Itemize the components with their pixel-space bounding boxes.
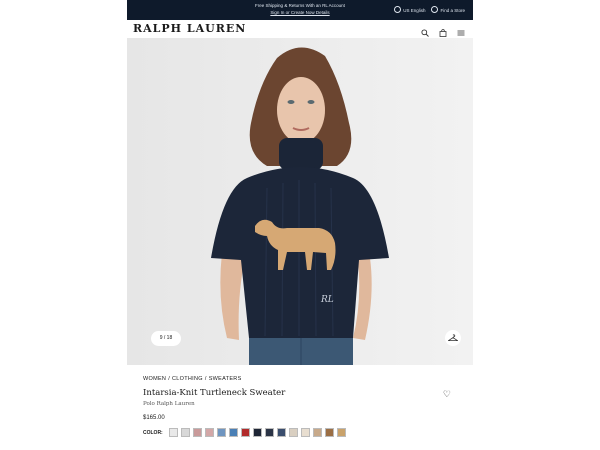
brand-logo[interactable]: RALPH LAUREN [133,22,246,35]
model-illustration: RL [127,38,473,365]
product-info: WOMEN / CLOTHING / SWEATERS Intarsia-Knit Tu… [127,365,473,450]
location-pin-icon [431,6,439,13]
color-swatch[interactable] [276,428,286,437]
color-label: COLOR: [143,429,163,436]
color-swatch[interactable] [264,428,274,437]
product-price: $165.00 [143,415,165,421]
header-icons [421,24,465,37]
color-swatch[interactable] [252,428,262,437]
color-swatch[interactable] [324,428,334,437]
svg-text:RL: RL [320,295,334,305]
search-icon[interactable] [421,24,429,37]
color-swatch[interactable] [168,428,178,437]
promo-bar: Free Shipping & Returns With an RL Accou… [127,0,473,20]
color-swatch[interactable] [312,428,322,437]
breadcrumb-women[interactable]: WOMEN [143,376,166,382]
site-header: RALPH LAUREN [127,20,473,38]
color-swatch[interactable] [180,428,190,437]
product-title: Intarsia-Knit Turtleneck Sweater [143,388,286,398]
product-brand: Polo Ralph Lauren [143,401,195,407]
color-swatch[interactable] [192,428,202,437]
menu-icon[interactable] [457,24,465,36]
breadcrumb-sweaters[interactable]: SWEATERS [209,376,242,382]
breadcrumb: WOMEN / CLOTHING / SWEATERS [143,376,242,382]
page-frame: Free Shipping & Returns With an RL Accou… [127,0,473,450]
color-swatch[interactable] [216,428,226,437]
color-swatch[interactable] [240,428,250,437]
breadcrumb-clothing[interactable]: CLOTHING [172,376,203,382]
color-swatch[interactable] [300,428,310,437]
color-swatch[interactable] [228,428,238,437]
image-pager[interactable]: 9 / 18 [151,331,181,346]
wishlist-heart-icon[interactable]: ♡ [443,389,451,400]
language-selector[interactable]: US English [394,6,425,13]
shopping-bag-icon[interactable] [439,24,447,37]
hanger-icon[interactable] [445,330,461,346]
color-swatch[interactable] [336,428,346,437]
globe-icon [394,6,402,13]
color-swatch[interactable] [288,428,298,437]
store-locator-link[interactable]: Find a Store [431,6,465,13]
color-swatch[interactable] [204,428,214,437]
color-swatch-list [168,428,346,437]
product-image[interactable]: RL 9 / 18 [127,38,473,365]
color-selector: COLOR: [143,428,346,437]
utility-links: US English Find a Store [394,6,465,13]
